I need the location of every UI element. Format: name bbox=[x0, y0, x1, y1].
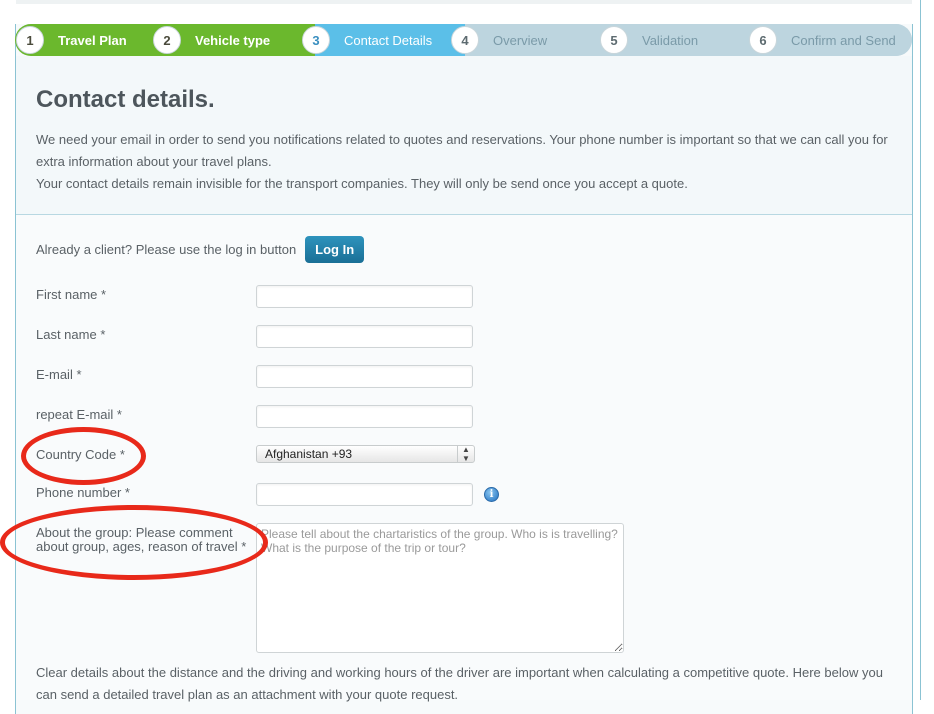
step-number: 4 bbox=[451, 26, 479, 54]
step-confirm-and-send[interactable]: 6 Confirm and Send bbox=[749, 24, 896, 56]
phone-number-input[interactable] bbox=[256, 483, 473, 506]
step-vehicle-type[interactable]: 2 Vehicle type bbox=[153, 24, 270, 56]
country-code-label: Country Code * bbox=[36, 447, 125, 462]
step-label: Vehicle type bbox=[195, 32, 271, 48]
login-prompt: Already a client? Please use the log in … bbox=[36, 242, 297, 257]
email-input[interactable] bbox=[256, 365, 473, 388]
page-title: Contact details. bbox=[36, 86, 215, 113]
progress-stepper: 1 Travel Plan 2 Vehicle type 3 Contact D… bbox=[15, 24, 912, 56]
intro-paragraph: Your contact details remain invisible fo… bbox=[36, 176, 688, 191]
last-name-label: Last name * bbox=[36, 327, 106, 342]
travel-plan-info-text: Clear details about the distance and the… bbox=[36, 665, 883, 702]
step-label: Contact Details bbox=[344, 32, 433, 48]
step-label: Validation bbox=[642, 32, 699, 48]
last-name-input[interactable] bbox=[256, 325, 473, 348]
about-group-label-line1: About the group: Please comment bbox=[36, 525, 233, 540]
step-label: Travel Plan bbox=[58, 32, 127, 48]
country-code-selected-value: Afghanistan +93 bbox=[265, 447, 353, 461]
travel-plan-info: Clear details about the distance and the… bbox=[36, 662, 906, 706]
step-number: 1 bbox=[16, 26, 44, 54]
intro-paragraph: We need your email in order to send you … bbox=[36, 132, 888, 169]
log-in-button[interactable]: Log In bbox=[305, 236, 365, 263]
step-number: 2 bbox=[153, 26, 181, 54]
about-group-label-line2: about group, ages, reason of travel * bbox=[36, 539, 247, 554]
step-number: 5 bbox=[600, 26, 628, 54]
step-validation[interactable]: 5 Validation bbox=[600, 24, 698, 56]
repeat-email-input[interactable] bbox=[256, 405, 473, 428]
step-number: 3 bbox=[302, 26, 330, 54]
login-row: Already a client? Please use the log in … bbox=[36, 236, 365, 263]
step-label: Confirm and Send bbox=[791, 32, 896, 48]
about-group-textarea[interactable] bbox=[256, 523, 624, 653]
first-name-label: First name * bbox=[36, 287, 107, 302]
step-label: Overview bbox=[493, 32, 548, 48]
step-travel-plan[interactable]: 1 Travel Plan bbox=[16, 24, 127, 56]
repeat-email-label: repeat E-mail * bbox=[36, 407, 122, 422]
intro-text: We need your email in order to send you … bbox=[36, 129, 896, 195]
phone-number-label: Phone number * bbox=[36, 485, 130, 500]
step-contact-details[interactable]: 3 Contact Details bbox=[302, 24, 432, 56]
page-edge bbox=[920, 0, 934, 700]
about-group-label: About the group: Please comment about gr… bbox=[36, 526, 246, 554]
country-code-select[interactable]: Afghanistan +93 ▲ ▼ bbox=[256, 445, 475, 463]
select-arrows-icon: ▲ ▼ bbox=[457, 445, 474, 463]
step-number: 6 bbox=[749, 26, 777, 54]
info-icon[interactable]: i bbox=[484, 487, 499, 502]
email-label: E-mail * bbox=[36, 367, 82, 382]
step-overview[interactable]: 4 Overview bbox=[451, 24, 547, 56]
top-bar bbox=[16, 0, 912, 4]
first-name-input[interactable] bbox=[256, 285, 473, 308]
